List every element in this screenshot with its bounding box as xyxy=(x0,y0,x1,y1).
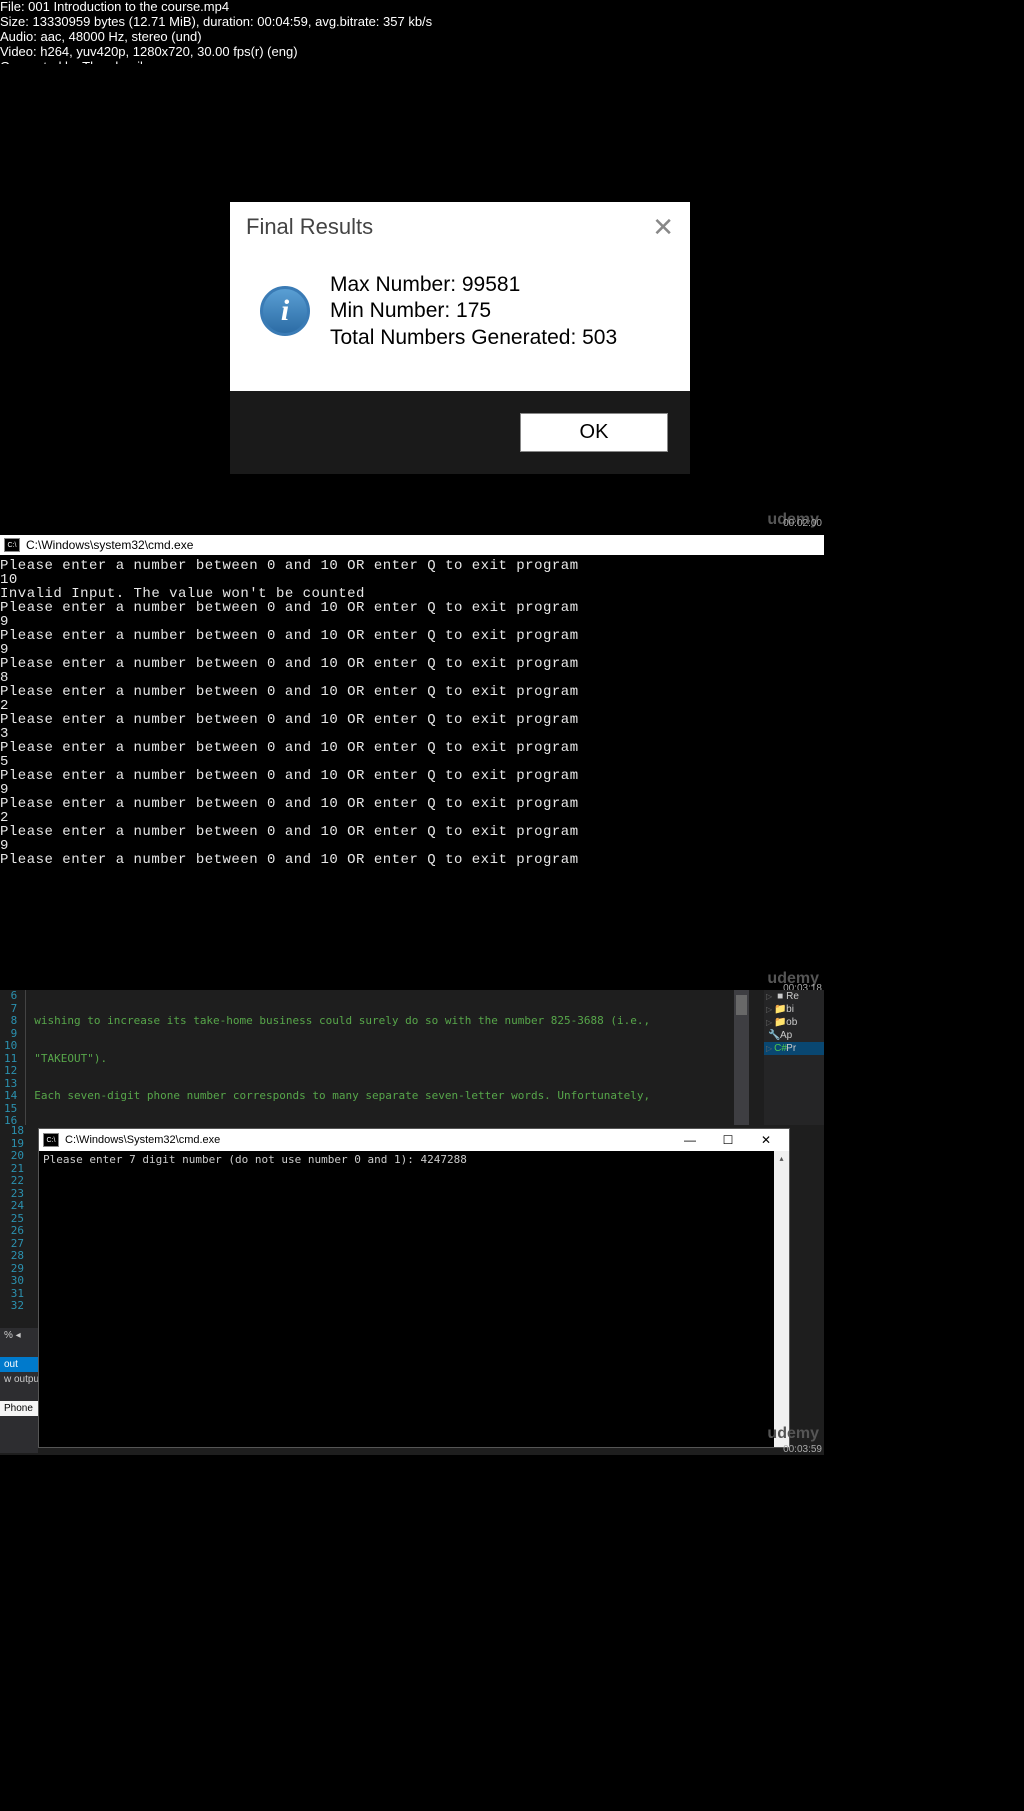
cmd-line: 10 xyxy=(0,573,824,587)
cmd-title-2: C:\Windows\System32\cmd.exe xyxy=(65,1134,220,1146)
phone-tab[interactable]: Phone xyxy=(0,1401,38,1416)
final-results-dialog: Final Results ✕ i Max Number: 99581 Min … xyxy=(230,202,690,474)
cmd-icon: C:\ xyxy=(43,1133,59,1147)
cmd-line: Please enter a number between 0 and 10 O… xyxy=(0,741,824,755)
cmd-line: 9 xyxy=(0,783,824,797)
cmd-line: Please enter a number between 0 and 10 O… xyxy=(0,797,824,811)
thumbnail-3: 6 7 8 9 10 11 12 13 14 15 16 17 wishing … xyxy=(0,990,824,1455)
min-number-line: Min Number: 175 xyxy=(330,298,617,324)
watermark: udemy xyxy=(767,1425,819,1443)
tree-item[interactable]: ▷■Re xyxy=(764,990,824,1003)
vertical-scrollbar[interactable] xyxy=(734,990,749,1125)
timestamp-1: 00:02:00 xyxy=(783,518,822,529)
cmd-line: 9 xyxy=(0,615,824,629)
code-editor[interactable]: 6 7 8 9 10 11 12 13 14 15 16 17 wishing … xyxy=(0,990,824,1125)
total-numbers-line: Total Numbers Generated: 503 xyxy=(330,325,617,351)
cmd-prompt-line: Please enter 7 digit number (do not use … xyxy=(43,1153,785,1166)
cmd-line: Please enter a number between 0 and 10 O… xyxy=(0,559,824,573)
tree-item[interactable]: ▷📁bi xyxy=(764,1003,824,1016)
cmd-line: Please enter a number between 0 and 10 O… xyxy=(0,769,824,783)
file-line: File: 001 Introduction to the course.mp4 xyxy=(0,0,1024,15)
dialog-titlebar: Final Results ✕ xyxy=(230,202,690,252)
output-tab[interactable]: out xyxy=(0,1357,38,1372)
close-icon[interactable]: ✕ xyxy=(652,212,674,243)
cmd-line: Invalid Input. The value won't be counte… xyxy=(0,587,824,601)
cmd-line: Please enter a number between 0 and 10 O… xyxy=(0,629,824,643)
empty-region xyxy=(0,1455,824,1811)
cmd-titlebar-2[interactable]: C:\ C:\Windows\System32\cmd.exe — ☐ ✕ xyxy=(39,1129,789,1151)
line-numbers-lower: 18 19 20 21 22 23 24 25 26 27 28 29 30 3… xyxy=(0,1125,30,1313)
code-content: wishing to increase its take-home busine… xyxy=(25,990,676,1125)
dialog-message: Max Number: 99581 Min Number: 175 Total … xyxy=(330,272,617,351)
cmd-icon: C:\ xyxy=(4,538,20,552)
window-controls: — ☐ ✕ xyxy=(671,1130,785,1150)
inner-scrollbar[interactable]: ▴ xyxy=(774,1151,789,1447)
cmd-line: 5 xyxy=(0,755,824,769)
cmd-output-2[interactable]: Please enter 7 digit number (do not use … xyxy=(39,1151,789,1168)
audio-line: Audio: aac, 48000 Hz, stereo (und) xyxy=(0,30,1024,45)
cmd-titlebar-1: C:\ C:\Windows\system32\cmd.exe xyxy=(0,535,824,555)
cmd-line: Please enter a number between 0 and 10 O… xyxy=(0,713,824,727)
cmd-line: 8 xyxy=(0,671,824,685)
cmd-line: 2 xyxy=(0,811,824,825)
cmd-line: Please enter a number between 0 and 10 O… xyxy=(0,853,824,867)
inner-cmd-window: C:\ C:\Windows\System32\cmd.exe — ☐ ✕ Pl… xyxy=(38,1128,790,1448)
scrollbar-thumb[interactable] xyxy=(736,995,747,1015)
minimize-icon[interactable]: — xyxy=(671,1130,709,1150)
zoom-tab[interactable]: % ◂ xyxy=(0,1328,38,1343)
dialog-footer: OK xyxy=(230,391,690,474)
cmd-line: Please enter a number between 0 and 10 O… xyxy=(0,657,824,671)
max-number-line: Max Number: 99581 xyxy=(330,272,617,298)
cmd-line: Please enter a number between 0 and 10 O… xyxy=(0,685,824,699)
solution-explorer[interactable]: ▷■Re ▷📁bi ▷📁ob 🔧Ap ▷C#Pr xyxy=(764,990,824,1125)
cmd-title-1: C:\Windows\system32\cmd.exe xyxy=(26,538,193,552)
cmd-line: Please enter a number between 0 and 10 O… xyxy=(0,601,824,615)
scroll-up-icon[interactable]: ▴ xyxy=(774,1151,789,1166)
show-output-label: w outpu xyxy=(0,1372,38,1387)
tree-item[interactable]: 🔧Ap xyxy=(764,1029,824,1042)
tree-item-selected[interactable]: ▷C#Pr xyxy=(764,1042,824,1055)
cmd-line: 9 xyxy=(0,643,824,657)
cmd-line: Please enter a number between 0 and 10 O… xyxy=(0,825,824,839)
cmd-line: 2 xyxy=(0,699,824,713)
line-numbers: 6 7 8 9 10 11 12 13 14 15 16 17 xyxy=(0,990,25,1125)
maximize-icon[interactable]: ☐ xyxy=(709,1130,747,1150)
thumbnail-2: C:\ C:\Windows\system32\cmd.exe Please e… xyxy=(0,535,824,975)
size-line: Size: 13330959 bytes (12.71 MiB), durati… xyxy=(0,15,1024,30)
tree-item[interactable]: ▷📁ob xyxy=(764,1016,824,1029)
bottom-panel-tabs: % ◂ out w outpu Phone xyxy=(0,1328,38,1453)
ok-button[interactable]: OK xyxy=(520,413,668,452)
dialog-body: i Max Number: 99581 Min Number: 175 Tota… xyxy=(230,252,690,391)
cmd-line: 9 xyxy=(0,839,824,853)
cmd-line: 3 xyxy=(0,727,824,741)
video-line: Video: h264, yuv420p, 1280x720, 30.00 fp… xyxy=(0,45,1024,60)
info-icon: i xyxy=(260,286,310,336)
timestamp-3: 00:03:59 xyxy=(783,1444,822,1455)
cmd-output-1[interactable]: Please enter a number between 0 and 10 O… xyxy=(0,555,824,975)
close-icon[interactable]: ✕ xyxy=(747,1130,785,1150)
dialog-title: Final Results xyxy=(246,214,373,240)
